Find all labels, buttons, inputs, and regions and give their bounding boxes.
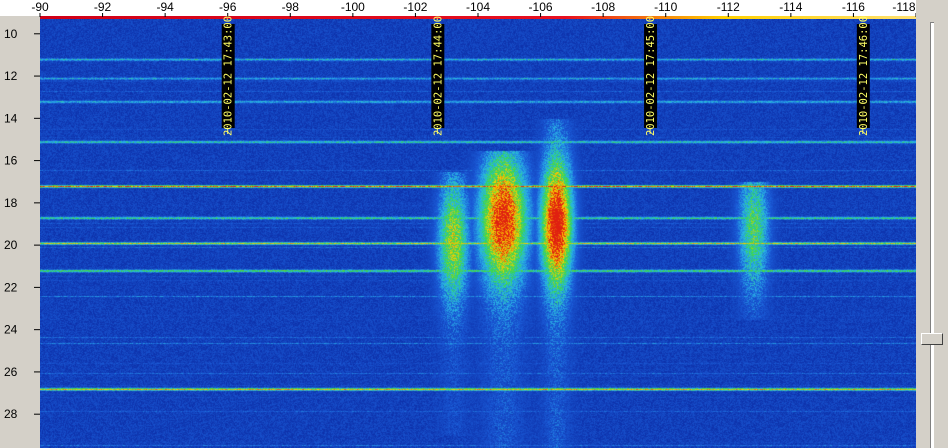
y-tick-label: 24 (4, 323, 18, 337)
y-tick-label: 20 (4, 238, 18, 252)
timestamp-label: 2010-02-12 17:43:00 (223, 16, 235, 136)
x-tick-label: -100 (341, 0, 365, 14)
x-tick-label: -108 (591, 0, 615, 14)
x-tick-label: -116 (842, 0, 865, 14)
y-tick-label: 28 (4, 407, 18, 421)
x-tick-label: -106 (529, 0, 553, 14)
scrollbar-thumb[interactable] (921, 332, 943, 345)
x-tick-label: -104 (466, 0, 490, 14)
y-tick-label: 26 (4, 365, 18, 379)
x-tick-label: -92 (94, 0, 112, 14)
x-tick-label: -96 (219, 0, 237, 14)
y-tick-label: 10 (4, 27, 18, 41)
x-tick-label: -118 (892, 0, 915, 14)
y-tick-label: 18 (4, 196, 18, 210)
x-tick-label: -94 (156, 0, 174, 14)
y-tick-label: 12 (4, 69, 18, 83)
vertical-scrollbar[interactable] (916, 0, 948, 448)
timestamp-label: 2010-02-12 17:44:00 (432, 16, 444, 136)
spectrogram-plot (40, 19, 916, 448)
y-tick-label: 16 (4, 154, 18, 168)
x-tick-label: -98 (282, 0, 300, 14)
y-tick-label: 14 (4, 111, 18, 125)
timestamp-label: 2010-02-12 17:46:00 (858, 16, 870, 136)
x-tick-label: -110 (654, 0, 677, 14)
x-tick-label: -112 (717, 0, 740, 14)
x-tick-label: -102 (403, 0, 427, 14)
y-tick-label: 22 (4, 280, 18, 294)
spectrogram-chart: -90 -92 -94 -96 -98 -100 -102 -104 -106 -108 -110 -… (0, 0, 916, 448)
x-tick-label: -90 (31, 0, 49, 14)
timestamp-label: 2010-02-12 17:45:00 (645, 16, 657, 136)
scrollbar-groove (930, 22, 934, 448)
x-tick-label: -114 (779, 0, 802, 14)
